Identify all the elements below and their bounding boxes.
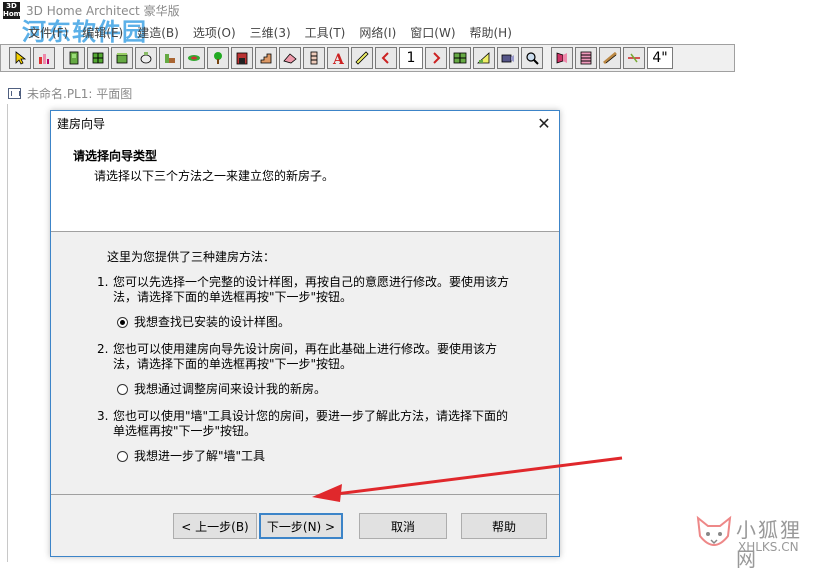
site-logo: 小狐狸网 XHLKS.CN (692, 512, 823, 571)
annotation-arrow (312, 456, 623, 502)
site-url: XHLKS.CN (738, 540, 799, 554)
fox-icon (696, 515, 732, 546)
